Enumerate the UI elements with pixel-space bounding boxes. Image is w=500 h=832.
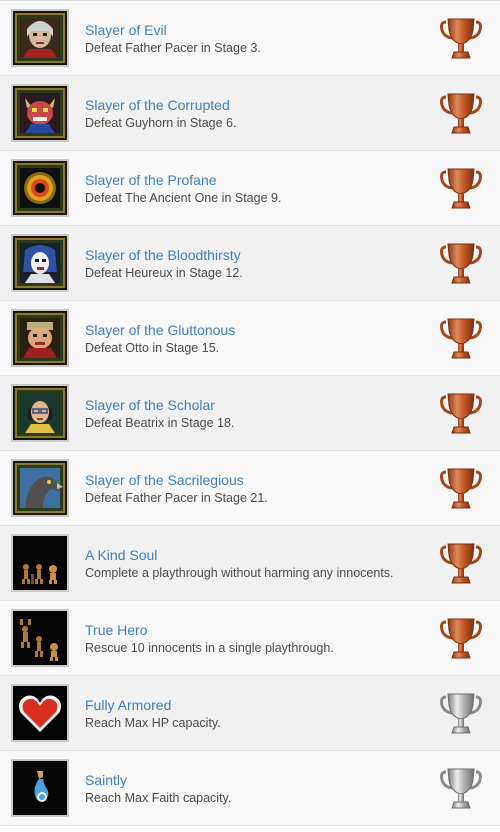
- bronze-trophy-icon: [440, 166, 482, 212]
- achievement-description: Defeat Father Pacer in Stage 21.: [85, 491, 268, 505]
- achievement-row[interactable]: Saintly Reach Max Faith capacity.: [0, 751, 500, 826]
- bronze-trophy-icon: [440, 541, 482, 587]
- achievement-description: Defeat The Ancient One in Stage 9.: [85, 191, 282, 205]
- portrait-heureux-icon: [11, 234, 69, 292]
- achievement-title[interactable]: Slayer of the Profane: [85, 172, 217, 189]
- achievement-title[interactable]: True Hero: [85, 622, 148, 639]
- achievement-title[interactable]: Saintly: [85, 772, 127, 789]
- achievement-title[interactable]: Slayer of the Corrupted: [85, 97, 230, 114]
- innocents-icon: [11, 534, 69, 592]
- portrait-father-pacer-icon: [11, 9, 69, 67]
- achievement-description: Reach Max Faith capacity.: [85, 791, 232, 805]
- achievement-row[interactable]: Slayer of the Gluttonous Defeat Otto in …: [0, 301, 500, 376]
- achievement-row[interactable]: Fully Armored Reach Max HP capacity.: [0, 676, 500, 751]
- achievement-description: Defeat Beatrix in Stage 18.: [85, 416, 235, 430]
- heart-icon: [11, 684, 69, 742]
- bronze-trophy-icon: [440, 16, 482, 62]
- silver-trophy-icon: [440, 691, 482, 737]
- bronze-trophy-icon: [440, 466, 482, 512]
- faith-potion-icon: [11, 759, 69, 817]
- bronze-trophy-icon: [440, 316, 482, 362]
- achievement-description: Defeat Heureux in Stage 12.: [85, 266, 243, 280]
- achievement-description: Defeat Guyhorn in Stage 6.: [85, 116, 237, 130]
- bronze-trophy-icon: [440, 616, 482, 662]
- achievement-description: Reach Max HP capacity.: [85, 716, 221, 730]
- achievement-title[interactable]: Slayer of the Bloodthirsty: [85, 247, 241, 264]
- achievement-title[interactable]: Slayer of the Sacrilegious: [85, 472, 244, 489]
- achievement-title[interactable]: Slayer of the Gluttonous: [85, 322, 235, 339]
- portrait-ancient-one-eye-icon: [11, 159, 69, 217]
- achievement-title[interactable]: A Kind Soul: [85, 547, 157, 564]
- rescued-innocents-icon: [11, 609, 69, 667]
- portrait-otto-icon: [11, 309, 69, 367]
- achievement-row[interactable]: Slayer of the Scholar Defeat Beatrix in …: [0, 376, 500, 451]
- achievement-row[interactable]: A Kind Soul Complete a playthrough witho…: [0, 526, 500, 601]
- achievement-description: Defeat Father Pacer in Stage 3.: [85, 41, 261, 55]
- achievement-title[interactable]: Slayer of the Scholar: [85, 397, 215, 414]
- bronze-trophy-icon: [440, 241, 482, 287]
- achievement-row[interactable]: True Hero Rescue 10 innocents in a singl…: [0, 601, 500, 676]
- achievement-description: Complete a playthrough without harming a…: [85, 566, 394, 580]
- portrait-beatrix-icon: [11, 384, 69, 442]
- achievement-description: Defeat Otto in Stage 15.: [85, 341, 220, 355]
- achievement-row[interactable]: Slayer of the Profane Defeat The Ancient…: [0, 151, 500, 226]
- bronze-trophy-icon: [440, 391, 482, 437]
- achievement-list: Slayer of Evil Defeat Father Pacer in St…: [0, 0, 500, 826]
- bronze-trophy-icon: [440, 91, 482, 137]
- achievement-row[interactable]: Slayer of Evil Defeat Father Pacer in St…: [0, 1, 500, 76]
- portrait-bird-icon: [11, 459, 69, 517]
- achievement-row[interactable]: Slayer of the Sacrilegious Defeat Father…: [0, 451, 500, 526]
- achievement-description: Rescue 10 innocents in a single playthro…: [85, 641, 334, 655]
- portrait-guyhorn-icon: [11, 84, 69, 142]
- silver-trophy-icon: [440, 766, 482, 812]
- achievement-row[interactable]: Slayer of the Bloodthirsty Defeat Heureu…: [0, 226, 500, 301]
- achievement-title[interactable]: Fully Armored: [85, 697, 171, 714]
- achievement-row[interactable]: Slayer of the Corrupted Defeat Guyhorn i…: [0, 76, 500, 151]
- achievement-title[interactable]: Slayer of Evil: [85, 22, 167, 39]
